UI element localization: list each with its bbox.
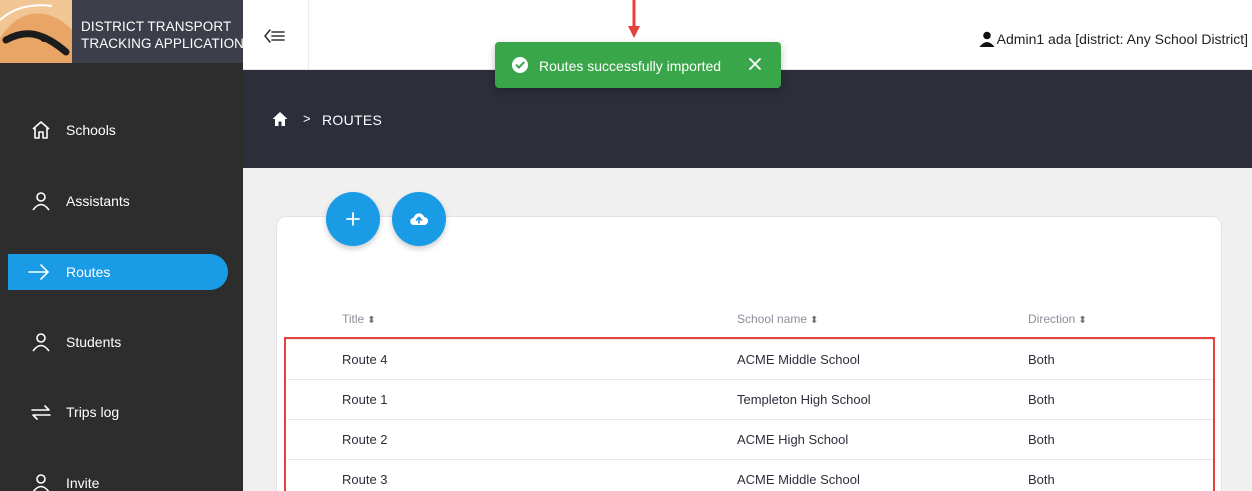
sidebar-item-invite[interactable]: Invite <box>8 465 228 491</box>
home-icon[interactable] <box>272 111 288 127</box>
home-outline-icon <box>32 121 50 139</box>
person-outline-icon <box>32 474 50 491</box>
table-row[interactable]: Route 1 Templeton High School Both <box>287 379 1213 419</box>
check-circle-icon <box>512 57 528 73</box>
user-account[interactable]: Admin1 ada [district: Any School Distric… <box>979 31 1248 47</box>
close-icon[interactable] <box>747 56 763 72</box>
sidebar-item-label: Assistants <box>66 193 130 209</box>
cell-title: Route 3 <box>342 472 388 487</box>
app-title-line2: TRACKING APPLICATION <box>81 36 245 51</box>
table-row[interactable]: Route 3 ACME Middle School Both <box>287 459 1213 491</box>
table-row[interactable]: Route 2 ACME High School Both <box>287 419 1213 459</box>
app-logo <box>0 0 72 63</box>
sidebar-item-trips-log[interactable]: Trips log <box>8 394 228 430</box>
column-header-title[interactable]: Title ⬍ <box>342 312 376 326</box>
cell-school-name: ACME Middle School <box>737 352 860 367</box>
cell-direction: Both <box>1028 352 1055 367</box>
sidebar: DISTRICT TRANSPORT TRACKING APPLICATION … <box>0 0 245 491</box>
person-outline-icon <box>32 333 50 352</box>
import-routes-button[interactable] <box>392 192 446 246</box>
column-header-school-name[interactable]: School name ⬍ <box>737 312 818 326</box>
brand: DISTRICT TRANSPORT TRACKING APPLICATION <box>0 0 245 63</box>
cell-school-name: ACME Middle School <box>737 472 860 487</box>
sidebar-item-label: Schools <box>66 122 116 138</box>
sidebar-item-label: Routes <box>66 264 111 280</box>
cloud-upload-icon <box>410 213 429 226</box>
breadcrumb-separator: > <box>303 111 311 126</box>
app-title-line1: DISTRICT TRANSPORT <box>81 19 232 34</box>
cell-title: Route 4 <box>342 352 388 367</box>
column-header-label: Direction <box>1028 312 1076 326</box>
person-outline-icon <box>32 192 50 211</box>
column-header-label: School name <box>737 312 808 326</box>
cell-direction: Both <box>1028 432 1055 447</box>
user-icon <box>979 31 995 47</box>
cell-direction: Both <box>1028 472 1055 487</box>
add-route-button[interactable] <box>326 192 380 246</box>
annotation-arrow-icon <box>628 0 640 38</box>
user-label: Admin1 ada [district: Any School Distric… <box>996 31 1248 47</box>
success-toast: Routes successfully imported <box>495 42 781 88</box>
sidebar-item-label: Invite <box>66 475 100 491</box>
cell-school-name: Templeton High School <box>737 392 871 407</box>
swap-arrows-icon <box>31 405 51 420</box>
arrow-right-icon <box>28 264 50 280</box>
column-header-label: Title <box>342 312 365 326</box>
cell-title: Route 1 <box>342 392 388 407</box>
toast-message: Routes successfully imported <box>539 58 722 74</box>
sort-icon: ⬍ <box>367 315 376 326</box>
cell-title: Route 2 <box>342 432 388 447</box>
cell-school-name: ACME High School <box>737 432 849 447</box>
sidebar-item-schools[interactable]: Schools <box>8 112 228 148</box>
sort-icon: ⬍ <box>1078 315 1087 326</box>
sort-icon: ⬍ <box>810 315 819 326</box>
plus-icon <box>346 212 360 226</box>
table-row[interactable]: Route 4 ACME Middle School Both <box>287 339 1213 379</box>
column-header-direction[interactable]: Direction ⬍ <box>1028 312 1087 326</box>
collapse-menu-icon[interactable] <box>262 26 286 46</box>
sidebar-item-routes[interactable]: Routes <box>8 254 228 290</box>
sidebar-item-label: Trips log <box>66 404 120 420</box>
cell-direction: Both <box>1028 392 1055 407</box>
app-title: DISTRICT TRANSPORT TRACKING APPLICATION <box>81 18 245 52</box>
sidebar-item-assistants[interactable]: Assistants <box>8 183 228 219</box>
sidebar-item-students[interactable]: Students <box>8 324 228 360</box>
breadcrumb-current: ROUTES <box>322 112 383 128</box>
sidebar-item-label: Students <box>66 334 122 350</box>
topbar-divider <box>308 0 309 70</box>
